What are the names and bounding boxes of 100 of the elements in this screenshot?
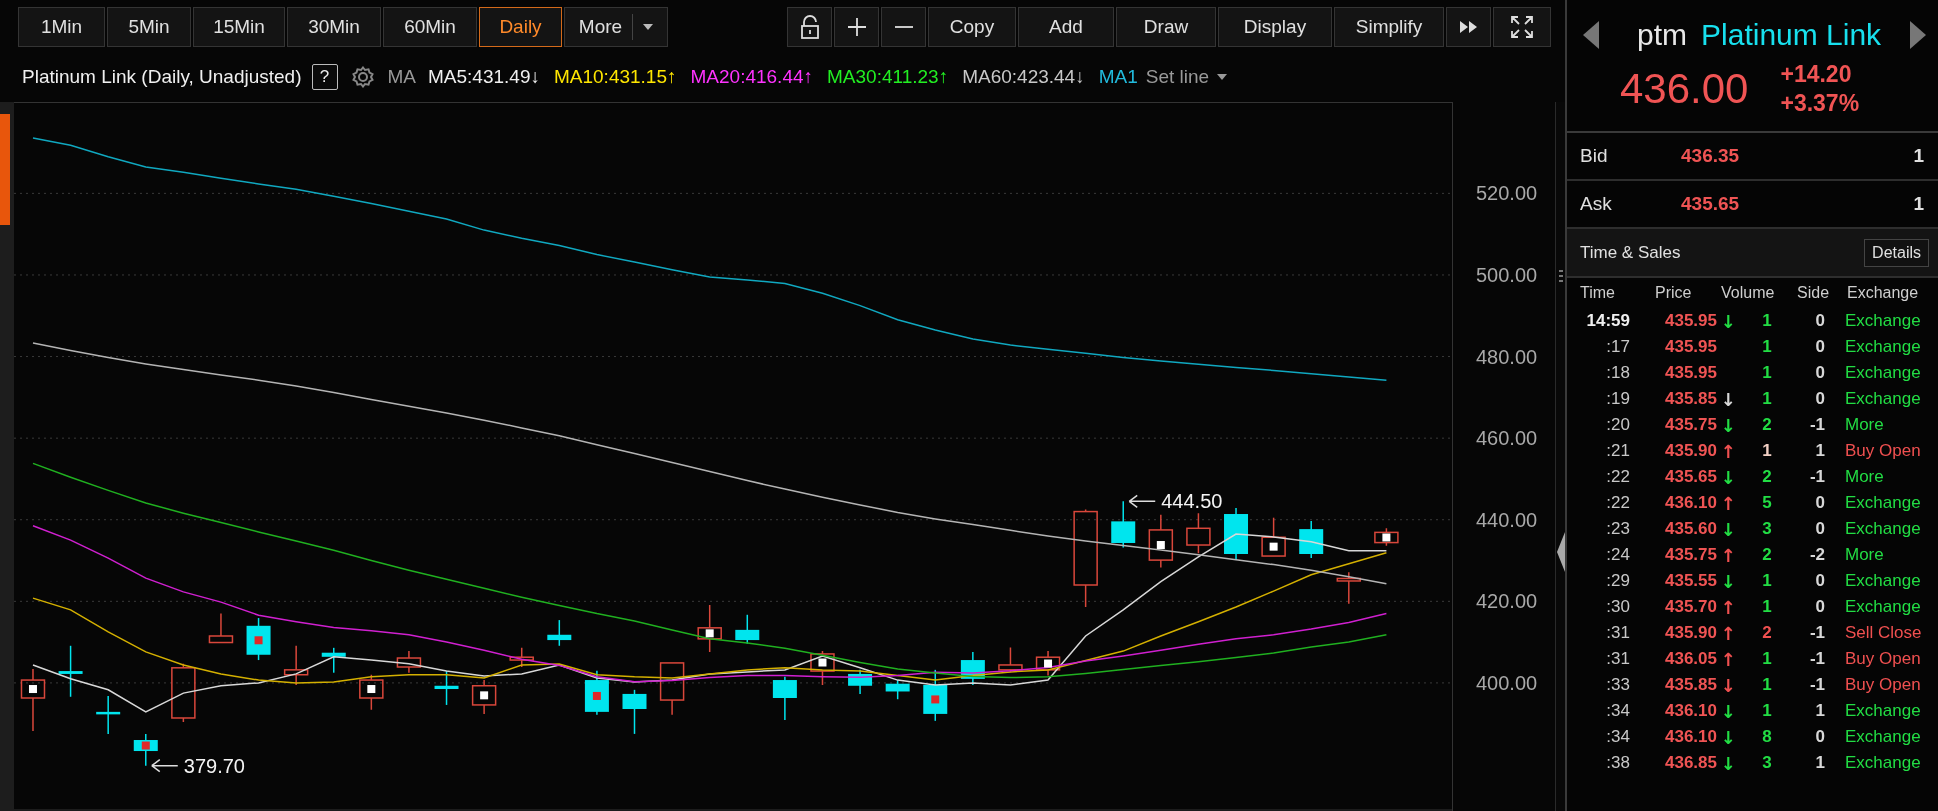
volume-cell: 1 [1762,597,1772,616]
next-arrow-icon[interactable] [1910,21,1926,49]
time-cell-text: :21 [1605,441,1630,461]
volume-cell: 1 [1762,311,1772,330]
candlestick [923,669,948,722]
exchange-cell: Buy Open [1845,649,1921,668]
volume-cell: 1 [1762,441,1772,460]
trend-arrow: ↑ [1720,492,1736,514]
indicator-value: MA5:431.49↓ [428,66,540,88]
more-dropdown[interactable]: More [564,7,668,47]
indicator-label: MA [387,66,416,88]
interval-tab[interactable]: 5Min [107,7,191,47]
volume-cell: 1 [1762,649,1772,668]
volume-cell: 3 [1762,753,1772,772]
time-cell-text: :24 [1605,545,1630,565]
candlestick [20,668,46,732]
candlestick [171,663,196,723]
exchange-cell: Exchange [1845,571,1921,590]
toolbar-button[interactable]: Display [1218,7,1332,47]
side-cell-text: 0 [1814,389,1825,409]
candlestick [471,679,497,715]
interval-tab[interactable]: 60Min [383,7,477,47]
section-title: Time & Sales [1580,242,1681,263]
time-cell-text: :30 [1605,597,1630,617]
interval-tab[interactable]: 30Min [287,7,381,47]
toolbar-button[interactable]: Draw [1116,7,1216,47]
exchange-cell: Exchange [1845,701,1921,720]
time-cell-text: :19 [1605,389,1630,409]
side-cell-text: -1 [1808,649,1825,669]
axis-label: 520.00 [1476,182,1538,205]
column-header: Side [1797,284,1831,302]
exchange-cell: Buy Open [1845,675,1921,694]
candlestick [96,695,121,735]
volume-cell: 1 [1762,389,1772,408]
set-line-button[interactable]: Set line [1145,66,1228,88]
price-cell-text: 436.10 [1664,727,1717,747]
time-cell-text: :34 [1605,701,1630,721]
price-cell-text: 435.95 [1664,311,1717,331]
indicator-value: MA20:416.44↑ [690,66,814,88]
side-cell-text: 0 [1814,571,1825,591]
interval-tab[interactable]: 1Min [18,7,105,47]
caret-icon [1217,74,1228,80]
toolbar-button[interactable]: Add [1018,7,1114,47]
side-cell-text: 0 [1814,363,1825,383]
exchange-cell: Sell Close [1845,623,1922,642]
trend-arrow: ↑ [1720,440,1736,462]
exchange-cell: Exchange [1845,389,1921,408]
candlestick [283,645,309,686]
candlestick [960,651,985,686]
trend-arrow: ↓ [1720,674,1736,696]
volume-cell: 5 [1762,493,1772,512]
exchange-cell: Exchange [1845,311,1921,330]
trend-arrow: ↑ [1720,648,1736,670]
candlestick [1186,512,1211,554]
last-price: 436.00 [1620,65,1749,113]
side-cell-text: 0 [1814,493,1825,513]
volume-cell: 1 [1762,571,1772,590]
zoom-in-button[interactable] [834,7,879,47]
indicator-value: MA30:411.23↑ [827,66,949,88]
trend-arrow: ↓ [1720,752,1736,774]
candlestick [58,645,83,698]
fast-forward-button[interactable] [1446,7,1491,47]
toolbar-button[interactable]: Copy [928,7,1016,47]
fullscreen-button[interactable] [1493,7,1551,47]
exchange-cell: Exchange [1845,597,1921,616]
interval-tab[interactable]: Daily [479,7,562,47]
help-button[interactable]: ? [311,64,338,90]
price-cell-text: 435.95 [1664,363,1717,383]
settings-icon[interactable] [351,66,374,88]
exchange-cell: Exchange [1845,363,1921,382]
side-cell-text: -1 [1808,467,1825,487]
column-header: Volume [1721,284,1776,302]
side-cell-text: 0 [1814,311,1825,331]
grip-icon[interactable] [1559,270,1563,282]
side-cell-text: -1 [1808,675,1825,695]
price-cell-text: 435.75 [1664,415,1717,435]
lock-button[interactable] [787,7,832,47]
exchange-cell: More [1845,467,1884,486]
interval-tab[interactable]: 15Min [193,7,285,47]
caret-icon [643,24,654,30]
candlestick [1374,527,1399,547]
candlestick [208,612,234,644]
details-button[interactable]: Details [1864,238,1929,267]
time-cell-text: 14:59 [1585,311,1630,331]
time-cell-text: :31 [1605,649,1630,669]
indicator-value: MA1 [1098,66,1138,88]
side-cell-text: 0 [1814,337,1825,357]
leader-arrow [151,758,179,773]
toolbar-button[interactable]: Simplify [1334,7,1444,47]
trend-arrow: ↓ [1720,570,1736,592]
price-cell-text: 435.85 [1664,389,1717,409]
percent-change: +3.37% [1780,89,1860,118]
axis-label: 420.00 [1476,590,1538,613]
price-cell-text: 435.90 [1664,441,1717,461]
volume-cell: 1 [1762,701,1772,720]
price-label: 444.50 [1161,490,1223,513]
quote-label: Ask [1580,193,1613,215]
previous-arrow-icon[interactable] [1583,21,1599,49]
side-cell-text: -1 [1808,623,1825,643]
leader-arrow [1128,494,1156,509]
